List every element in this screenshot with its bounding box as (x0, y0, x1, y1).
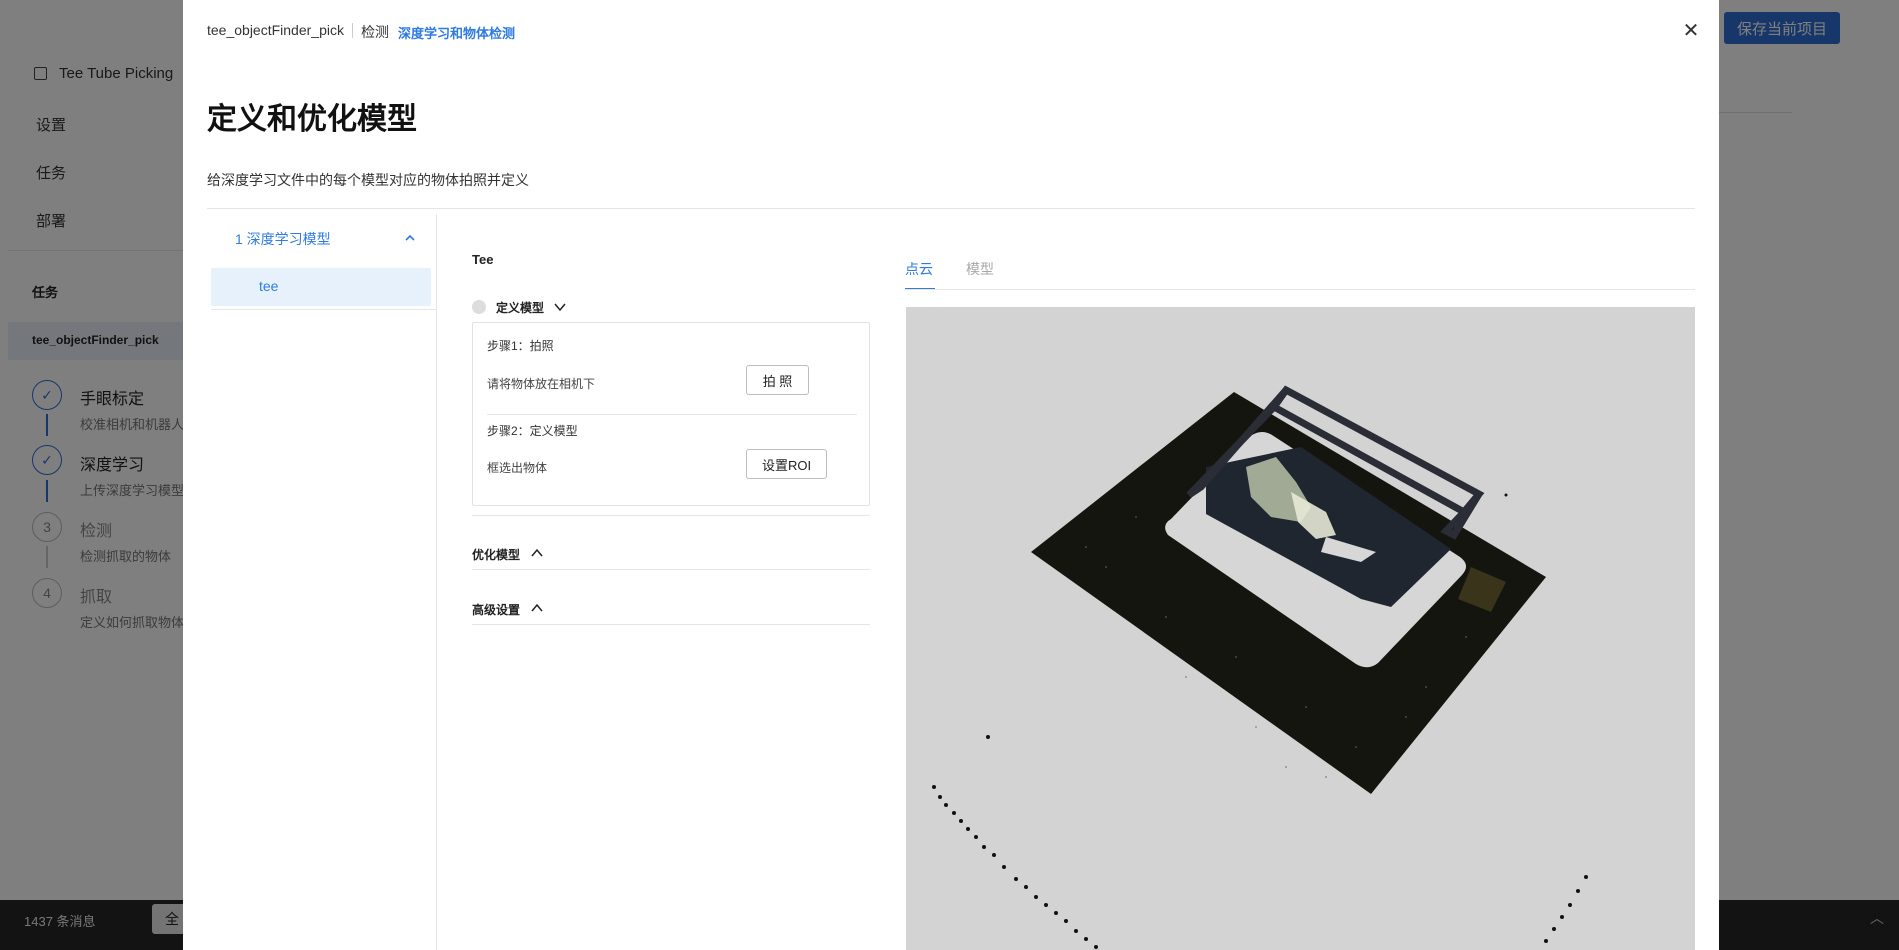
divider (436, 214, 437, 950)
divider (472, 515, 870, 516)
define-model-panel: 步骤1：拍照 请将物体放在相机下 拍 照 步骤2：定义模型 框选出物体 设置RO… (472, 322, 870, 506)
model-name: Tee (472, 252, 494, 267)
divider (905, 289, 1695, 290)
chevron-up-icon[interactable] (530, 546, 544, 560)
tree-item-tee[interactable]: tee (211, 268, 431, 306)
page-title: 定义和优化模型 (207, 103, 417, 136)
page-subtitle: 给深度学习文件中的每个模型对应的物体拍照并定义 (207, 172, 529, 188)
divider (472, 569, 870, 570)
divider (487, 414, 857, 415)
divider (207, 208, 1695, 209)
divider (472, 624, 870, 625)
chevron-up-icon[interactable] (402, 230, 418, 246)
breadcrumb-separator (352, 23, 353, 38)
divider (211, 309, 436, 310)
step1-title: 步骤1：拍照 (487, 339, 554, 353)
point-cloud-render (932, 385, 1588, 949)
tree-group-deep-learning[interactable]: 1 深度学习模型 (235, 229, 331, 249)
optimize-model-header[interactable]: 优化模型 (472, 546, 520, 563)
status-icon (472, 300, 486, 314)
modal-dialog: tee_objectFinder_pick 检测 深度学习和物体检测 ✕ 定义和… (183, 0, 1719, 950)
close-icon[interactable]: ✕ (1679, 18, 1703, 42)
chevron-up-icon[interactable] (530, 601, 544, 615)
capture-button[interactable]: 拍 照 (746, 365, 809, 395)
step2-desc: 框选出物体 (487, 461, 548, 475)
chevron-down-icon[interactable] (553, 300, 567, 314)
set-roi-button[interactable]: 设置ROI (746, 449, 827, 479)
breadcrumb-task: tee_objectFinder_pick (207, 22, 344, 38)
point-cloud-viewer[interactable] (906, 307, 1695, 950)
breadcrumb-detect: 检测 (361, 24, 389, 40)
define-model-header[interactable]: 定义模型 (496, 299, 544, 316)
tree-item-label: tee (259, 278, 279, 294)
step2-title: 步骤2：定义模型 (487, 424, 578, 438)
tab-model[interactable]: 模型 (966, 259, 994, 279)
breadcrumb-current: 深度学习和物体检测 (398, 26, 516, 41)
tab-point-cloud[interactable]: 点云 (905, 259, 933, 279)
advanced-settings-header[interactable]: 高级设置 (472, 601, 520, 618)
step1-desc: 请将物体放在相机下 (487, 377, 596, 391)
